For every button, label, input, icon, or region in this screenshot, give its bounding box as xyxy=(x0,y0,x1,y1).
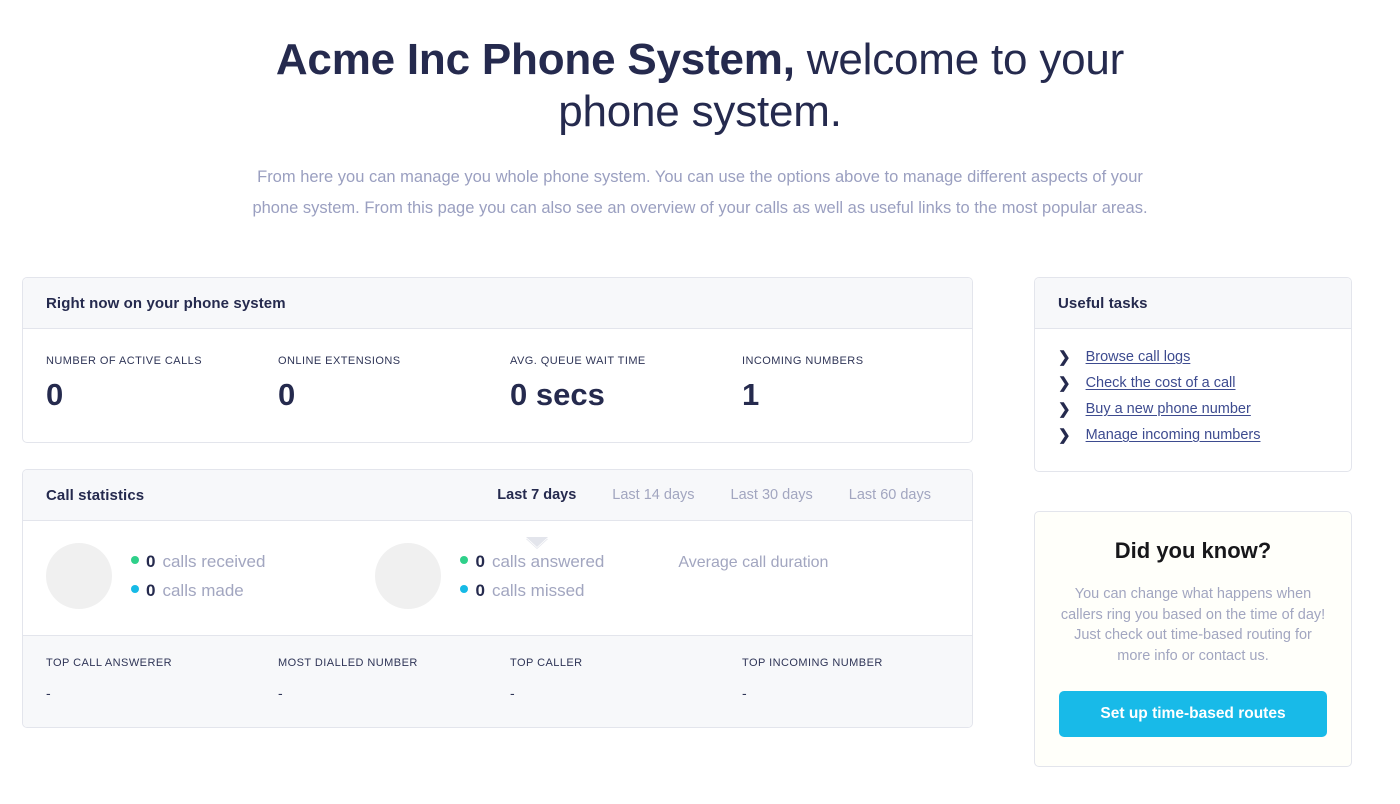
legend-item-calls-received: 0 calls received xyxy=(131,547,265,576)
donut-chart-icon xyxy=(46,543,112,609)
legend-value: 0 xyxy=(146,581,156,600)
tab-last-30-days[interactable]: Last 30 days xyxy=(731,487,813,503)
active-tab-pointer-icon xyxy=(525,537,548,548)
legend-label: calls made xyxy=(162,581,244,600)
stat-label: AVG. QUEUE WAIT TIME xyxy=(510,355,646,367)
legend-value: 0 xyxy=(475,552,485,571)
call-statistics-footer-stats: TOP CALL ANSWERER - MOST DIALLED NUMBER … xyxy=(23,636,972,727)
right-column: Useful tasks ❯ Browse call logs ❯ Check … xyxy=(1034,277,1352,767)
legend-item-calls-answered: 0 calls answered xyxy=(460,547,604,576)
did-you-know-title: Did you know? xyxy=(1114,538,1272,563)
page-title: Acme Inc Phone System, welcome to your p… xyxy=(250,34,1150,138)
call-statistics-tabs: Last 7 days Last 14 days Last 30 days La… xyxy=(497,487,949,548)
chevron-right-icon: ❯ xyxy=(1058,348,1071,366)
task-item-buy-new-phone-number[interactable]: ❯ Buy a new phone number xyxy=(1058,398,1328,424)
tab-last-7-days[interactable]: Last 7 days xyxy=(497,487,577,548)
did-you-know-card: Did you know? You can change what happen… xyxy=(1034,511,1352,767)
stat-value: 0 xyxy=(278,377,296,412)
stat-label: TOP INCOMING NUMBER xyxy=(742,657,883,669)
tab-last-14-days[interactable]: Last 14 days xyxy=(612,487,694,503)
did-you-know-body: You can change what happens when callers… xyxy=(1060,586,1326,664)
left-column: Right now on your phone system NUMBER OF… xyxy=(22,277,973,728)
hero-section: Acme Inc Phone System, welcome to your p… xyxy=(0,0,1400,224)
task-link-label[interactable]: Manage incoming numbers xyxy=(1086,427,1261,443)
stat-label: NUMBER OF ACTIVE CALLS xyxy=(46,355,202,367)
stat-value: 1 xyxy=(742,377,760,412)
stat-label: INCOMING NUMBERS xyxy=(742,355,864,367)
useful-tasks-card: Useful tasks ❯ Browse call logs ❯ Check … xyxy=(1034,277,1352,472)
page-subtitle: From here you can manage you whole phone… xyxy=(252,168,1148,217)
useful-tasks-list: ❯ Browse call logs ❯ Check the cost of a… xyxy=(1035,329,1351,471)
call-statistics-card-header: Call statistics Last 7 days Last 14 days… xyxy=(23,470,972,548)
stat-value: 0 secs xyxy=(510,377,605,412)
right-now-stats: NUMBER OF ACTIVE CALLS 0 ONLINE EXTENSIO… xyxy=(23,329,972,442)
legend-item-calls-made: 0 calls made xyxy=(131,576,265,605)
chevron-right-icon: ❯ xyxy=(1058,400,1071,418)
useful-tasks-card-header: Useful tasks xyxy=(1035,278,1351,329)
stat-top-call-answerer: TOP CALL ANSWERER - xyxy=(46,657,278,701)
stat-incoming-numbers: INCOMING NUMBERS 1 xyxy=(742,355,974,412)
stat-value: 0 xyxy=(46,377,64,412)
legend-label: calls missed xyxy=(491,581,585,600)
donut-legend: 0 calls received 0 calls made xyxy=(131,547,265,605)
useful-tasks-card-title: Useful tasks xyxy=(1058,294,1148,312)
stat-most-dialled-number: MOST DIALLED NUMBER - xyxy=(278,657,510,701)
legend-dot-icon xyxy=(460,585,469,593)
stat-label: TOP CALLER xyxy=(510,657,583,669)
average-call-duration-label: Average call duration xyxy=(678,554,829,571)
set-up-time-based-routes-button[interactable]: Set up time-based routes xyxy=(1059,691,1327,737)
right-now-card-header: Right now on your phone system xyxy=(23,278,972,329)
legend-label: calls received xyxy=(162,552,266,571)
task-item-browse-call-logs[interactable]: ❯ Browse call logs xyxy=(1058,346,1328,372)
legend-value: 0 xyxy=(146,552,156,571)
tab-last-60-days[interactable]: Last 60 days xyxy=(849,487,931,503)
right-now-card: Right now on your phone system NUMBER OF… xyxy=(22,277,973,443)
donut-chart-received-made: 0 calls received 0 calls made xyxy=(46,543,265,609)
task-link-label[interactable]: Buy a new phone number xyxy=(1086,401,1251,417)
stat-top-caller: TOP CALLER - xyxy=(510,657,742,701)
right-now-card-title: Right now on your phone system xyxy=(46,294,286,312)
stat-label: TOP CALL ANSWERER xyxy=(46,657,173,669)
donut-chart-icon xyxy=(375,543,442,609)
task-item-manage-incoming-numbers[interactable]: ❯ Manage incoming numbers xyxy=(1058,424,1328,450)
call-statistics-charts: 0 calls received 0 calls made 0 calls an… xyxy=(23,521,972,636)
donut-chart-answered-missed: 0 calls answered 0 calls missed xyxy=(375,543,604,609)
stat-value: - xyxy=(278,685,283,701)
call-statistics-card: Call statistics Last 7 days Last 14 days… xyxy=(22,469,973,728)
stat-top-incoming-number: TOP INCOMING NUMBER - xyxy=(742,657,974,701)
legend-item-calls-missed: 0 calls missed xyxy=(460,576,604,605)
donut-legend: 0 calls answered 0 calls missed xyxy=(460,547,604,605)
legend-label: calls answered xyxy=(491,552,605,571)
task-item-check-cost-of-call[interactable]: ❯ Check the cost of a call xyxy=(1058,372,1328,398)
content-columns: Right now on your phone system NUMBER OF… xyxy=(22,277,1352,767)
stat-avg-queue-wait-time: AVG. QUEUE WAIT TIME 0 secs xyxy=(510,355,742,412)
legend-dot-icon xyxy=(460,556,469,564)
dashboard-page: Acme Inc Phone System, welcome to your p… xyxy=(0,0,1400,804)
task-link-label[interactable]: Browse call logs xyxy=(1086,349,1191,365)
legend-value: 0 xyxy=(475,581,485,600)
task-link-label[interactable]: Check the cost of a call xyxy=(1086,375,1236,391)
page-title-brand: Acme Inc Phone System, xyxy=(275,35,795,84)
stat-label: MOST DIALLED NUMBER xyxy=(278,657,418,669)
legend-dot-icon xyxy=(131,585,139,593)
call-statistics-card-title: Call statistics xyxy=(46,486,145,504)
stat-value: - xyxy=(510,685,515,701)
legend-dot-icon xyxy=(131,556,139,564)
stat-label: ONLINE EXTENSIONS xyxy=(278,355,401,367)
stat-active-calls: NUMBER OF ACTIVE CALLS 0 xyxy=(46,355,278,412)
chevron-right-icon: ❯ xyxy=(1058,426,1071,444)
stat-value: - xyxy=(742,685,747,701)
stat-online-extensions: ONLINE EXTENSIONS 0 xyxy=(278,355,510,412)
stat-value: - xyxy=(46,685,51,701)
chevron-right-icon: ❯ xyxy=(1058,374,1071,392)
tab-label: Last 7 days xyxy=(497,487,577,503)
